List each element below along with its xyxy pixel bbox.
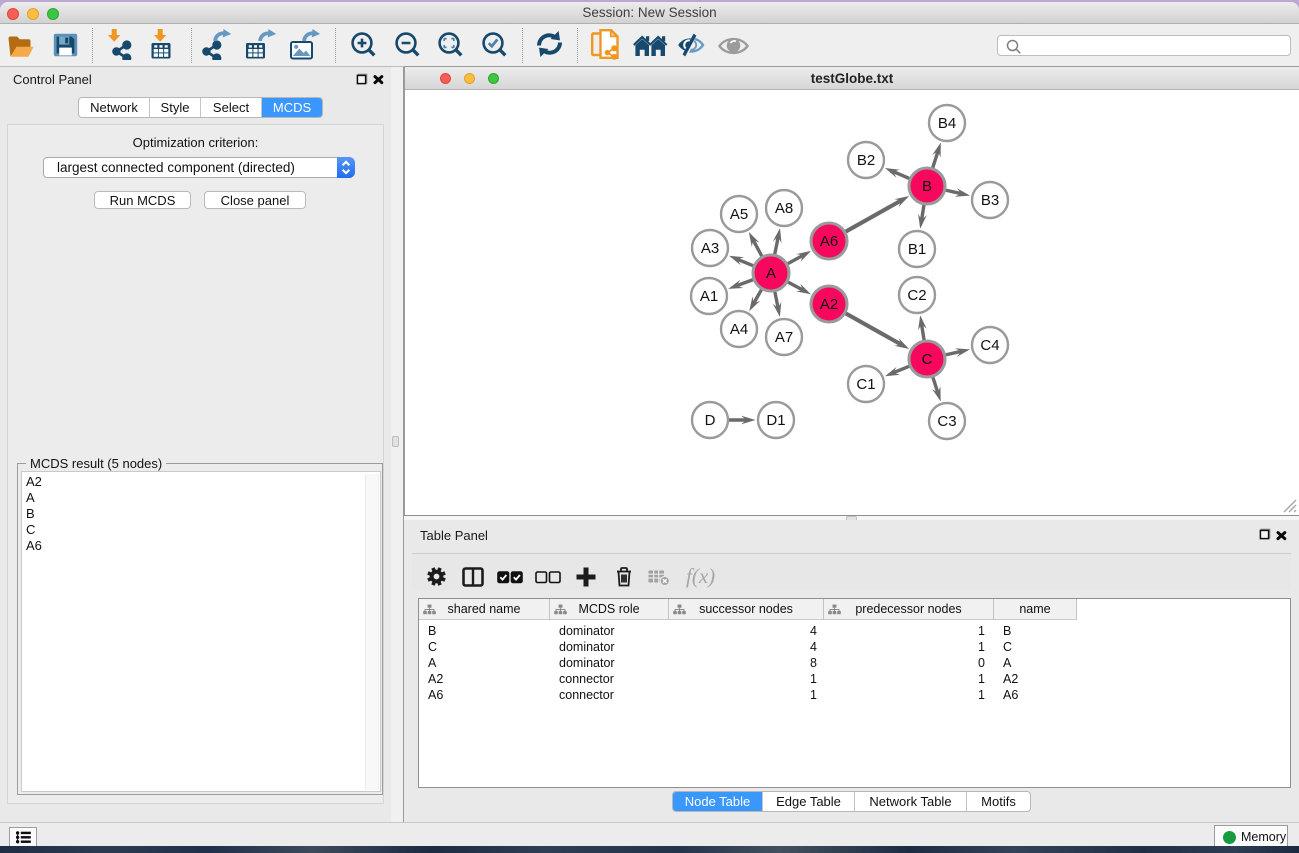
svg-text:C3: C3 — [937, 413, 956, 430]
svg-text:A: A — [766, 265, 776, 282]
svg-text:A6: A6 — [820, 233, 838, 250]
svg-text:A7: A7 — [775, 329, 793, 346]
svg-text:A5: A5 — [730, 206, 748, 223]
svg-text:A8: A8 — [775, 200, 793, 217]
svg-text:B: B — [922, 178, 932, 195]
svg-text:A1: A1 — [700, 288, 718, 305]
svg-text:B1: B1 — [908, 241, 926, 258]
svg-text:B3: B3 — [981, 192, 999, 209]
svg-text:C: C — [922, 351, 933, 368]
svg-text:A3: A3 — [701, 240, 719, 257]
svg-text:C2: C2 — [907, 287, 926, 304]
svg-text:B4: B4 — [938, 115, 956, 132]
svg-text:A2: A2 — [820, 296, 838, 313]
svg-text:D1: D1 — [766, 412, 785, 429]
svg-text:C1: C1 — [856, 376, 875, 393]
svg-text:B2: B2 — [857, 152, 875, 169]
svg-text:C4: C4 — [980, 337, 999, 354]
svg-text:D: D — [705, 412, 716, 429]
svg-text:A4: A4 — [730, 321, 748, 338]
